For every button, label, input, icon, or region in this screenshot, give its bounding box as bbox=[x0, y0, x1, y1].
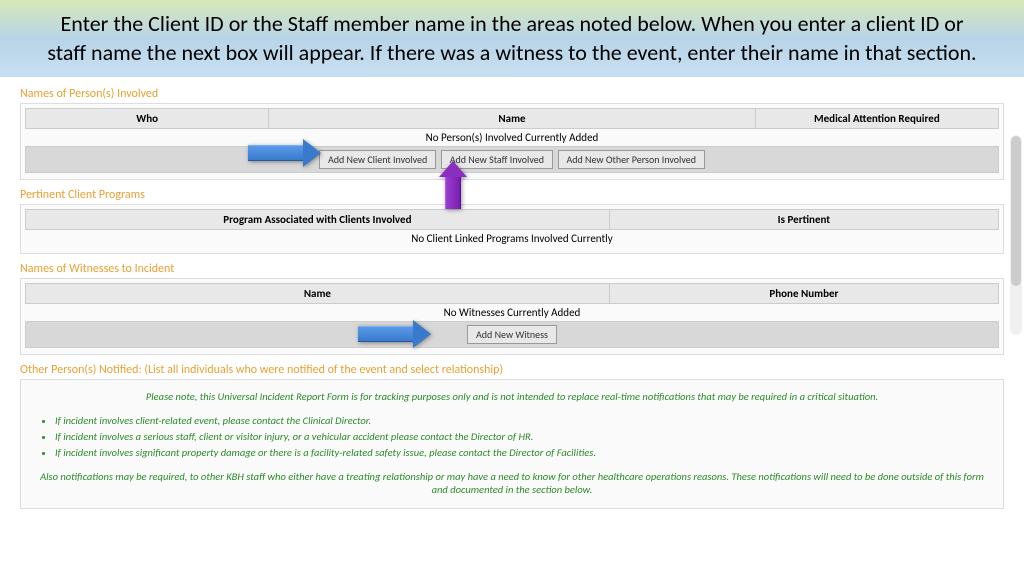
persons-table: Who Name Medical Attention Required No P… bbox=[25, 108, 999, 173]
programs-section-title: Pertinent Client Programs bbox=[20, 184, 1004, 204]
witnesses-empty: No Witnesses Currently Added bbox=[26, 304, 999, 322]
witnesses-col-name: Name bbox=[26, 284, 610, 304]
persons-section: Who Name Medical Attention Required No P… bbox=[20, 103, 1004, 180]
add-witness-button[interactable]: Add New Witness bbox=[467, 325, 557, 344]
scrollbar[interactable] bbox=[1010, 135, 1022, 335]
programs-empty: No Client Linked Programs Involved Curre… bbox=[26, 230, 999, 248]
witnesses-section: Name Phone Number No Witnesses Currently… bbox=[20, 278, 1004, 355]
arrow-up-icon bbox=[439, 161, 467, 209]
persons-col-medical: Medical Attention Required bbox=[755, 109, 998, 129]
programs-col-program: Program Associated with Clients Involved bbox=[26, 210, 610, 230]
notified-section: Please note, this Universal Incident Rep… bbox=[20, 379, 1004, 509]
form-content: Names of Person(s) Involved Who Name Med… bbox=[0, 77, 1024, 509]
programs-section: Program Associated with Clients Involved… bbox=[20, 204, 1004, 254]
notified-bullet-1: If incident involves client-related even… bbox=[55, 413, 969, 429]
notified-bullet-3: If incident involves significant propert… bbox=[55, 445, 969, 461]
notified-bullet-2: If incident involves a serious staff, cl… bbox=[55, 429, 969, 445]
notified-note: Please note, this Universal Incident Rep… bbox=[25, 384, 999, 409]
witnesses-col-phone: Phone Number bbox=[609, 284, 998, 304]
add-client-button[interactable]: Add New Client Involved bbox=[319, 150, 436, 169]
add-other-person-button[interactable]: Add New Other Person Involved bbox=[558, 150, 706, 169]
notified-note2: Also notifications may be required, to o… bbox=[25, 464, 999, 502]
persons-col-name: Name bbox=[269, 109, 756, 129]
persons-col-who: Who bbox=[26, 109, 269, 129]
programs-col-pertinent: Is Pertinent bbox=[609, 210, 998, 230]
witnesses-section-title: Names of Witnesses to Incident bbox=[20, 258, 1004, 278]
witnesses-button-row: Add New Witness bbox=[26, 322, 999, 348]
instruction-text: Enter the Client ID or the Staff member … bbox=[40, 10, 984, 67]
persons-section-title: Names of Person(s) Involved bbox=[20, 83, 1004, 103]
persons-empty: No Person(s) Involved Currently Added bbox=[26, 129, 999, 147]
arrow-right-witness-icon bbox=[358, 320, 431, 348]
persons-button-row: Add New Client Involved Add New Staff In… bbox=[26, 147, 999, 173]
instruction-banner: Enter the Client ID or the Staff member … bbox=[0, 0, 1024, 77]
arrow-right-icon bbox=[248, 139, 321, 167]
notified-bullets: If incident involves client-related even… bbox=[25, 409, 999, 464]
notified-section-title: Other Person(s) Notified: (List all indi… bbox=[20, 359, 1004, 379]
witnesses-table: Name Phone Number No Witnesses Currently… bbox=[25, 283, 999, 348]
scrollbar-thumb[interactable] bbox=[1011, 136, 1021, 286]
programs-table: Program Associated with Clients Involved… bbox=[25, 209, 999, 247]
